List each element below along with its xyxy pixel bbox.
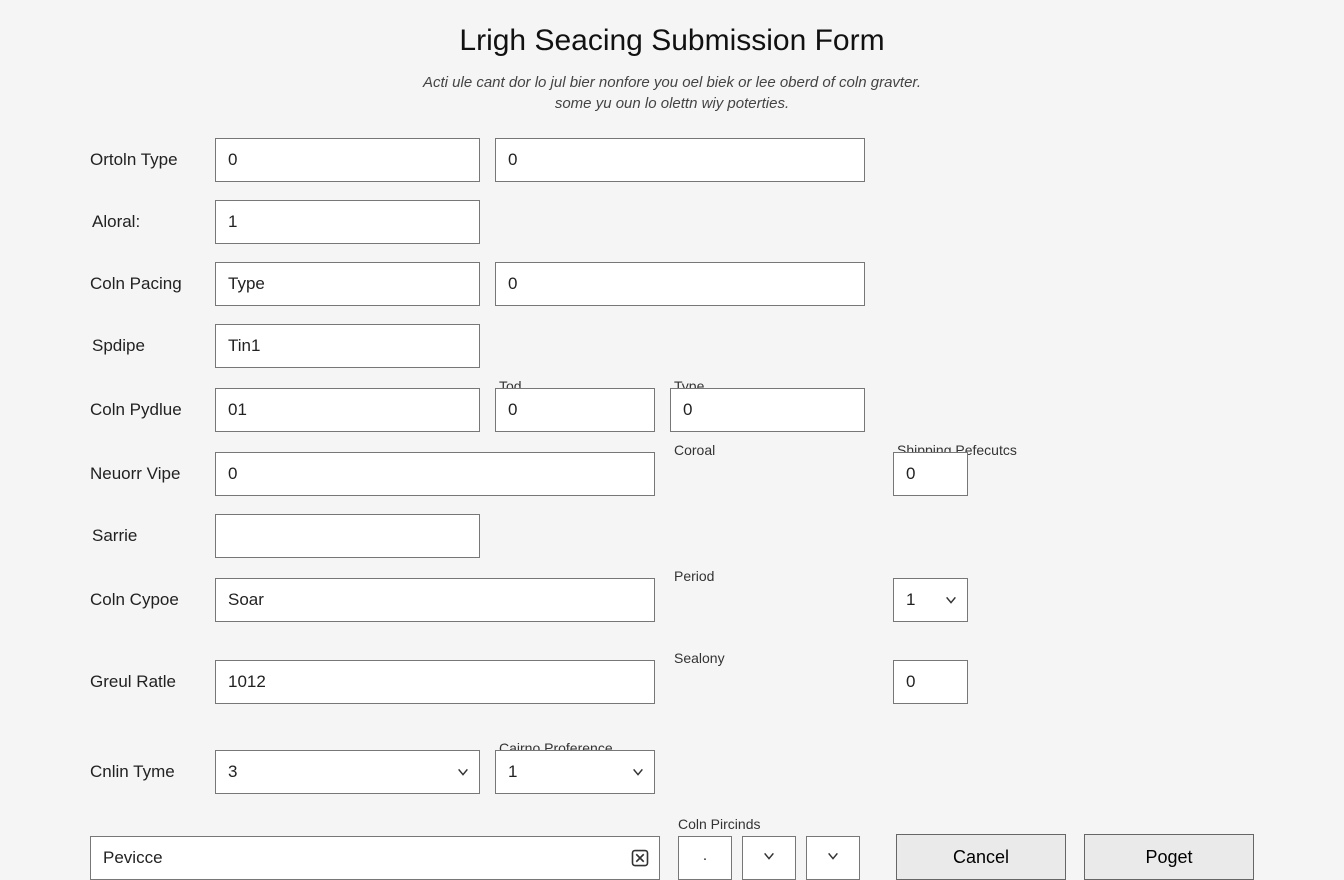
coln-pydlue-input-a[interactable]	[215, 388, 480, 432]
spdipe-input[interactable]	[215, 324, 480, 368]
subtitle-line1: Acti ule cant dor lo jul bier nonfore yo…	[423, 74, 921, 91]
coin-purchds-box-2[interactable]	[742, 836, 796, 880]
greul-ratle-label: Greul Ratle	[90, 672, 215, 692]
subtitle-line2: some yu oun lo olettn wiy poterties.	[555, 95, 789, 112]
coroal-input[interactable]	[893, 452, 968, 496]
chevron-down-icon	[826, 849, 840, 867]
sealony-sublabel: Sealony	[670, 650, 865, 666]
page-title: Lrigh Seacing Submission Form	[90, 24, 1254, 58]
coln-pacing-label: Coln Pacing	[90, 274, 215, 294]
clear-icon[interactable]	[630, 848, 650, 868]
cnlin-tyme-select[interactable]	[215, 750, 480, 794]
coln-pacing-input-b[interactable]	[495, 262, 865, 306]
spdipe-label: Spdipe	[90, 336, 215, 356]
neuorr-vipe-input-a[interactable]	[215, 452, 655, 496]
coin-purchds-box-1[interactable]: ·	[678, 836, 732, 880]
chevron-down-icon	[762, 849, 776, 867]
page-subtitle: Acti ule cant dor lo jul bier nonfore yo…	[90, 72, 1254, 114]
ortoln-type-input-b[interactable]	[495, 138, 865, 182]
coln-pacing-input-a[interactable]	[215, 262, 480, 306]
sarrie-input[interactable]	[215, 514, 480, 558]
coln-cypoe-label: Coln Cypoe	[90, 590, 215, 610]
aloral-input[interactable]	[215, 200, 480, 244]
sealony-input[interactable]	[893, 660, 968, 704]
aloral-label: Aloral:	[90, 212, 215, 232]
coln-pydlue-input-b[interactable]	[495, 388, 655, 432]
period-select[interactable]	[893, 578, 968, 622]
coin-purchds-box-3[interactable]	[806, 836, 860, 880]
greul-ratle-input[interactable]	[215, 660, 655, 704]
coln-pydlue-input-c[interactable]	[670, 388, 865, 432]
sarrie-label: Sarrie	[90, 526, 215, 546]
neuorr-vipe-label: Neuorr Vipe	[90, 464, 215, 484]
period-sublabel: Period	[670, 568, 865, 584]
search-input[interactable]	[90, 836, 660, 880]
coln-pydlue-label: Coln Pydlue	[90, 400, 215, 420]
coroal-sublabel: Coroal	[670, 442, 865, 458]
cancel-button[interactable]: Cancel	[896, 834, 1066, 880]
ortoln-type-input-a[interactable]	[215, 138, 480, 182]
cairno-preference-select[interactable]	[495, 750, 655, 794]
coin-purchds-label: Coln Pircinds	[678, 816, 860, 832]
cnlin-tyme-label: Cnlin Tyme	[90, 762, 215, 782]
ortoln-type-label: Ortoln Type	[90, 150, 215, 170]
submit-button[interactable]: Poget	[1084, 834, 1254, 880]
coln-cypoe-input[interactable]	[215, 578, 655, 622]
